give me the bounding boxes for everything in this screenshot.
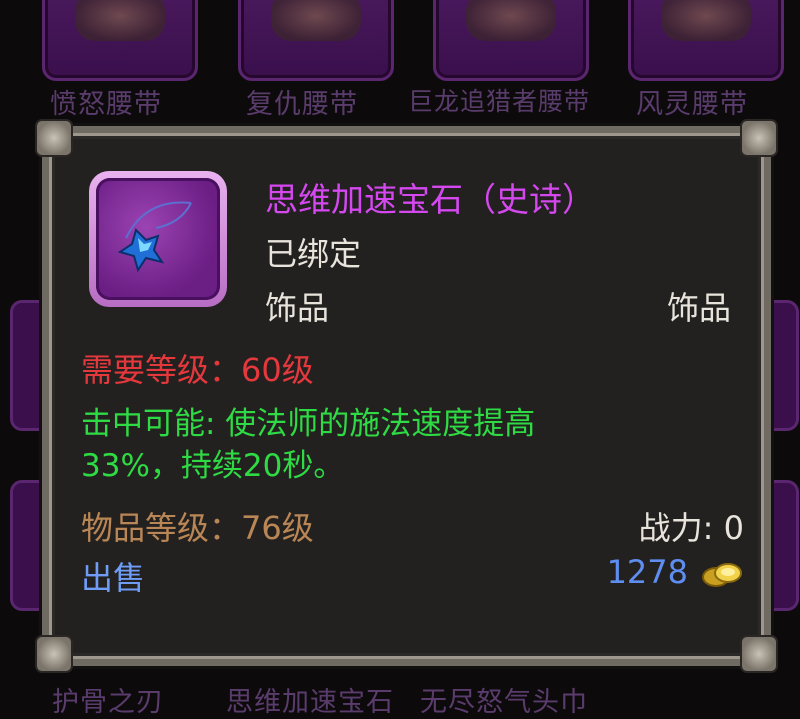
inventory-label: 思维加速宝石 — [226, 687, 394, 718]
item-slot: 饰品 — [265, 289, 330, 327]
inventory-label: 无尽怒气头巾 — [420, 687, 588, 718]
belt-icon — [271, 0, 361, 41]
frame-corner — [35, 635, 73, 673]
item-effect: 击中可能: 使法师的施法速度提高 33%，持续20秒。 — [81, 406, 536, 484]
sell-price: 1278 — [606, 553, 688, 591]
item-tooltip: 思维加速宝石（史诗） 已绑定 饰品 饰品 需要等级：60级 击中可能: 使法师的… — [35, 119, 778, 673]
frame-corner — [35, 119, 73, 157]
required-level: 需要等级：60级 — [81, 351, 314, 389]
inventory-label: 护骨之刃 — [52, 687, 164, 718]
inventory-slot-vengeance-belt[interactable] — [238, 0, 394, 81]
blue-gem-necklace-icon — [96, 178, 220, 300]
frame-corner — [740, 119, 778, 157]
belt-icon — [661, 0, 751, 41]
sell-button[interactable]: 出售 — [81, 553, 145, 599]
inventory-slot-wrath-belt[interactable] — [42, 0, 198, 81]
belt-icon — [466, 0, 556, 41]
inventory-label: 复仇腰带 — [246, 89, 358, 120]
item-level: 物品等级：76级 — [81, 509, 314, 547]
gold-coins-icon — [702, 563, 742, 587]
inventory-label: 愤怒腰带 — [50, 89, 162, 120]
inventory-slot-dragonhunter-belt[interactable] — [433, 0, 589, 81]
belt-icon — [75, 0, 165, 41]
item-icon-frame — [89, 171, 227, 307]
frame-corner — [740, 635, 778, 673]
item-name: 思维加速宝石（史诗） — [265, 180, 595, 219]
inventory-slot-wind-belt[interactable] — [628, 0, 784, 81]
combat-power: 战力: 0 — [638, 509, 744, 547]
bind-status: 已绑定 — [265, 235, 362, 273]
inventory-label: 风灵腰带 — [636, 89, 748, 120]
inventory-label: 巨龙追猎者腰带 — [408, 87, 591, 116]
item-type: 饰品 — [666, 289, 731, 327]
